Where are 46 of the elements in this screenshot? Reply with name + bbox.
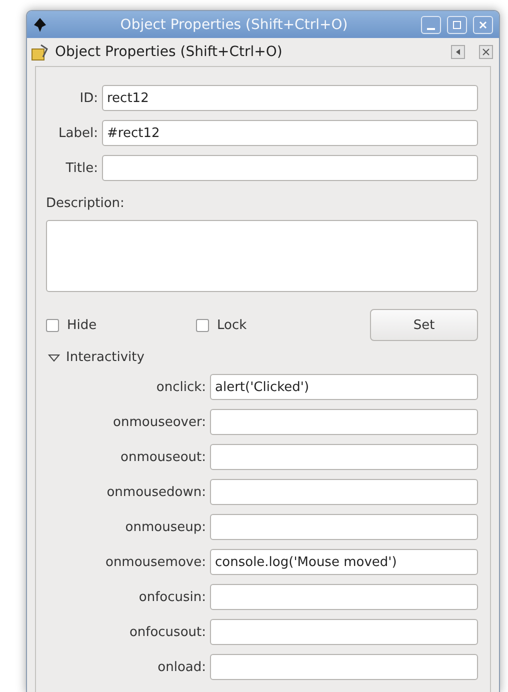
event-field[interactable] <box>210 654 478 680</box>
interactivity-expander[interactable]: Interactivity <box>46 350 478 365</box>
field-label: Label: <box>58 126 98 140</box>
event-field[interactable] <box>210 584 478 610</box>
minimize-button[interactable] <box>421 16 441 34</box>
set-button[interactable]: Set <box>370 309 478 341</box>
description-field[interactable] <box>46 220 478 292</box>
event-label: onload: <box>156 660 206 674</box>
event-label: onmouseout: <box>120 450 206 464</box>
event-label: onmousemove: <box>104 554 206 570</box>
collapse-panel-button[interactable] <box>451 45 465 59</box>
event-field[interactable] <box>210 479 478 505</box>
checkbox-label: Lock <box>217 318 247 332</box>
panel-title: Object Properties (Shift+Ctrl+O) <box>55 44 284 60</box>
event-field[interactable] <box>210 619 478 645</box>
close-icon <box>480 46 492 58</box>
window-title: Object Properties (Shift+Ctrl+O) <box>119 16 349 32</box>
event-field[interactable]: alert('Clicked') <box>210 374 478 400</box>
field-label: ID: <box>78 90 98 106</box>
event-field[interactable] <box>210 514 478 540</box>
maximize-icon <box>452 20 462 30</box>
close-button[interactable] <box>473 16 493 34</box>
checkbox[interactable] <box>196 318 209 332</box>
close-panel-button[interactable] <box>479 45 493 59</box>
text-field[interactable] <box>102 155 478 181</box>
event-label: onmouseover: <box>112 414 206 430</box>
event-field[interactable] <box>210 444 478 470</box>
checkbox[interactable] <box>46 318 59 332</box>
close-icon <box>478 20 488 30</box>
field-label: Title: <box>64 160 98 176</box>
event-field[interactable] <box>210 409 478 435</box>
event-label: onfocusout: <box>128 624 206 640</box>
text-field[interactable]: #rect12 <box>102 120 478 146</box>
description-label: Description: <box>46 196 126 211</box>
maximize-button[interactable] <box>447 16 467 34</box>
event-label: onfocusin: <box>138 590 206 604</box>
app-logo-icon <box>33 18 47 32</box>
event-label: onmousedown: <box>106 484 206 500</box>
event-field[interactable]: console.log('Mouse moved') <box>210 549 478 575</box>
text-field[interactable]: rect12 <box>102 85 478 111</box>
event-label: onmouseup: <box>124 520 206 534</box>
checkbox-label: Hide <box>67 318 97 332</box>
properties-icon <box>31 43 51 61</box>
minimize-icon <box>427 28 435 30</box>
event-label: onclick: <box>155 380 206 394</box>
expander-triangle-icon <box>48 352 60 362</box>
